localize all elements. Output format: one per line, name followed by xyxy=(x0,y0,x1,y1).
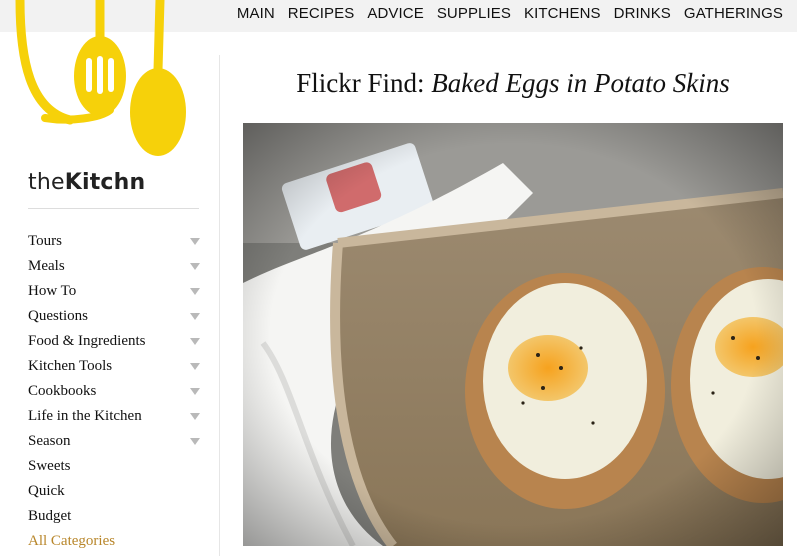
nav-kitchens[interactable]: KITCHENS xyxy=(524,5,601,22)
sidebar-item-label: Meals xyxy=(28,258,65,274)
page-title: Flickr Find: Baked Eggs in Potato Skins xyxy=(243,68,783,99)
expand-triangle-icon[interactable] xyxy=(190,413,200,420)
expand-triangle-icon[interactable] xyxy=(190,438,200,445)
expand-triangle-icon[interactable] xyxy=(190,313,200,320)
sidebar-item-how-to[interactable]: How To xyxy=(28,279,203,304)
sidebar-item-food-ingredients[interactable]: Food & Ingredients xyxy=(28,329,203,354)
sidebar-item-label: Budget xyxy=(28,508,72,524)
sidebar-item-label: Kitchen Tools xyxy=(28,358,113,374)
expand-triangle-icon[interactable] xyxy=(190,388,200,395)
divider xyxy=(28,208,199,209)
nav-advice[interactable]: ADVICE xyxy=(367,5,423,22)
sidebar-item-label: Life in the Kitchen xyxy=(28,408,142,424)
sidebar-item-questions[interactable]: Questions xyxy=(28,304,203,329)
sidebar-item-season[interactable]: Season xyxy=(28,429,203,454)
sidebar-item-cookbooks[interactable]: Cookbooks xyxy=(28,379,203,404)
sidebar-item-label: Season xyxy=(28,433,71,449)
column-divider xyxy=(219,55,220,556)
expand-triangle-icon[interactable] xyxy=(190,363,200,370)
nav-gatherings[interactable]: GATHERINGS xyxy=(684,5,783,22)
top-nav: MAIN RECIPES ADVICE SUPPLIES KITCHENS DR… xyxy=(224,5,783,22)
sidebar-item-label: Quick xyxy=(28,483,65,499)
sidebar-item-tours[interactable]: Tours xyxy=(28,229,203,254)
expand-triangle-icon[interactable] xyxy=(190,288,200,295)
sidebar-item-kitchen-tools[interactable]: Kitchen Tools xyxy=(28,354,203,379)
sidebar-item-label: Food & Ingredients xyxy=(28,333,146,349)
nav-supplies[interactable]: SUPPLIES xyxy=(437,5,511,22)
expand-triangle-icon[interactable] xyxy=(190,338,200,345)
sidebar-menu: Tours Meals How To Questions Food & Ingr… xyxy=(28,229,203,554)
sidebar-item-life-in-the-kitchen[interactable]: Life in the Kitchen xyxy=(28,404,203,429)
sidebar-item-quick[interactable]: Quick xyxy=(28,479,203,504)
brand-the: the xyxy=(28,170,65,195)
sidebar-item-label: Sweets xyxy=(28,458,71,474)
brand-logo-text[interactable]: theKitchn xyxy=(28,170,145,195)
baked-eggs-photo-image xyxy=(243,123,783,546)
sidebar-item-meals[interactable]: Meals xyxy=(28,254,203,279)
expand-triangle-icon[interactable] xyxy=(190,263,200,270)
sidebar-item-label: Questions xyxy=(28,308,88,324)
sidebar-item-label: How To xyxy=(28,283,77,299)
sidebar-item-sweets[interactable]: Sweets xyxy=(28,454,203,479)
sidebar-item-label: Tours xyxy=(28,233,62,249)
nav-drinks[interactable]: DRINKS xyxy=(614,5,671,22)
sidebar-item-all-categories[interactable]: All Categories xyxy=(28,529,203,554)
brand-kitchn: Kitchn xyxy=(64,170,146,195)
article-photo xyxy=(243,123,783,546)
sidebar-item-label: Cookbooks xyxy=(28,383,97,399)
title-italic: Baked Eggs in Potato Skins xyxy=(431,68,730,98)
nav-main[interactable]: MAIN xyxy=(237,5,275,22)
nav-recipes[interactable]: RECIPES xyxy=(288,5,355,22)
sidebar-item-budget[interactable]: Budget xyxy=(28,504,203,529)
expand-triangle-icon[interactable] xyxy=(190,238,200,245)
title-prefix: Flickr Find: xyxy=(296,68,432,98)
sidebar-item-label: All Categories xyxy=(28,533,116,549)
